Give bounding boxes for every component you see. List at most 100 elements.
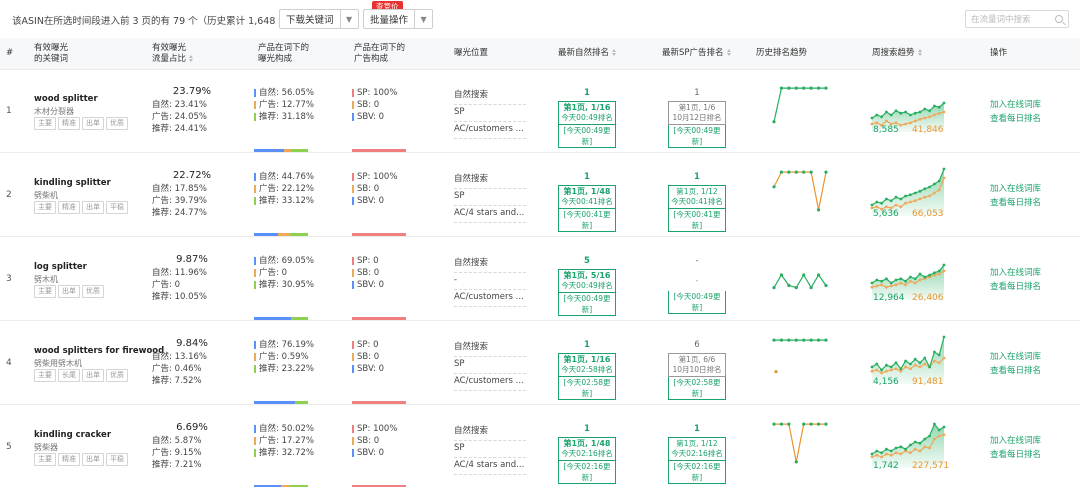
keyword-text[interactable]: kindling cracker bbox=[34, 430, 111, 440]
add-to-library-link[interactable]: 加入在线词库 bbox=[990, 266, 1041, 280]
organic-rank-box[interactable]: 第1页, 1/16 今天02:58排名 bbox=[558, 353, 616, 377]
col-share-line1: 有效曝光 bbox=[152, 43, 187, 53]
weekly-green-point bbox=[909, 113, 912, 117]
history-rank-chart[interactable] bbox=[770, 418, 830, 468]
keyword-text[interactable]: log splitter bbox=[34, 262, 87, 272]
ad-mix-bar bbox=[352, 317, 406, 320]
organic-rank-updated: [今天02:16更新] bbox=[558, 461, 616, 484]
weekly-green-point bbox=[923, 437, 927, 441]
view-daily-rank-link[interactable]: 查看每日排名 bbox=[990, 448, 1041, 462]
sp-rank-page: 第1页, 1/12 bbox=[676, 187, 718, 196]
view-daily-rank-link[interactable]: 查看每日排名 bbox=[990, 112, 1041, 126]
history-rank-chart[interactable] bbox=[770, 250, 830, 300]
mix-sb: SB: 0 bbox=[352, 435, 432, 447]
weekly-green-point bbox=[909, 275, 912, 279]
weekly-green-point bbox=[894, 361, 898, 365]
table-row: 2 kindling splitter 劈柴机 主要 精准 出单 平稳 22.72% … bbox=[0, 154, 1080, 237]
add-to-library-link[interactable]: 加入在线词库 bbox=[990, 434, 1041, 448]
sp-rank-box[interactable]: 第1页, 1/6 10月12日排名 bbox=[668, 101, 726, 125]
weekly-green-point bbox=[909, 443, 912, 447]
keyword-tag: 主要 bbox=[34, 369, 56, 382]
bar-recommend bbox=[291, 149, 308, 152]
history-rank-chart[interactable] bbox=[770, 82, 830, 132]
col-weekly[interactable]: 周搜索趋势 bbox=[872, 48, 923, 59]
share-recommend: 推荐: 7.21% bbox=[152, 460, 202, 470]
batch-actions-button[interactable]: 批量操作 ▼ bbox=[363, 9, 434, 29]
mix-sbv: SBV: 0 bbox=[352, 363, 432, 375]
history-point bbox=[794, 460, 798, 464]
organic-rank-number: 1 bbox=[584, 172, 590, 182]
weekly-green-point bbox=[942, 425, 946, 429]
weekly-orange-point bbox=[880, 283, 883, 287]
chevron-down-icon[interactable]: ▼ bbox=[339, 10, 358, 28]
history-point bbox=[816, 86, 821, 90]
download-keywords-button[interactable]: 下载关键词 ▼ bbox=[279, 9, 359, 29]
weekly-orange-point bbox=[909, 121, 912, 125]
keyword-search-input[interactable]: 在流量词中搜索 bbox=[965, 10, 1069, 28]
weekly-orange-point bbox=[928, 115, 931, 119]
sp-rank-box[interactable]: 第1页, 1/12 今天02:16排名 bbox=[668, 437, 726, 461]
view-daily-rank-link[interactable]: 查看每日排名 bbox=[990, 280, 1041, 294]
organic-rank-number: 1 bbox=[584, 88, 590, 98]
sort-icon[interactable] bbox=[189, 55, 194, 62]
add-to-library-link[interactable]: 加入在线词库 bbox=[990, 182, 1041, 196]
keyword-text[interactable]: kindling splitter bbox=[34, 178, 111, 188]
weekly-orange-point bbox=[937, 188, 941, 192]
keyword-text[interactable]: wood splitter bbox=[34, 94, 98, 104]
history-rank-chart[interactable] bbox=[770, 334, 830, 384]
view-daily-rank-link[interactable]: 查看每日排名 bbox=[990, 364, 1041, 378]
mix-ad: 广告: 0.59% bbox=[254, 351, 334, 363]
weekly-green-point bbox=[928, 273, 931, 277]
weekly-green-point bbox=[913, 191, 917, 195]
sort-icon[interactable] bbox=[917, 49, 923, 56]
history-point bbox=[802, 86, 806, 90]
search-icon[interactable] bbox=[1055, 15, 1063, 23]
col-history: 历史排名趋势 bbox=[756, 48, 808, 58]
result-summary: 该ASIN在所选时间段进入前 3 页的有 79 个（历史累计 1,648 个） bbox=[12, 16, 298, 27]
mix-ad: 广告: 0 bbox=[254, 267, 334, 279]
weekly-orange-point bbox=[933, 359, 936, 363]
col-sp-rank[interactable]: 最新SP广告排名 bbox=[662, 48, 732, 59]
weekly-orange-point bbox=[899, 281, 903, 285]
history-line bbox=[773, 87, 826, 122]
col-share-line2: 流量占比 bbox=[152, 54, 194, 65]
weekly-orange-point bbox=[904, 122, 907, 126]
weekly-orange-point bbox=[889, 284, 893, 288]
history-point bbox=[824, 338, 828, 342]
sp-rank: 1 第1页, 1/12 今天02:16排名 [今天02:16更新] bbox=[668, 424, 726, 484]
toolbar: 该ASIN在所选时间段进入前 3 页的有 79 个（历史累计 1,648 个） … bbox=[0, 0, 1080, 38]
weekly-orange-point bbox=[933, 273, 936, 277]
history-point bbox=[779, 422, 784, 426]
sort-icon[interactable] bbox=[726, 49, 732, 56]
weekly-green-point bbox=[923, 275, 927, 279]
history-rank-chart[interactable] bbox=[770, 166, 830, 216]
history-point bbox=[774, 370, 778, 374]
add-to-library-link[interactable]: 加入在线词库 bbox=[990, 98, 1041, 112]
view-daily-rank-link[interactable]: 查看每日排名 bbox=[990, 196, 1041, 210]
col-keyword[interactable]: 有效曝光 的关键词 bbox=[34, 43, 68, 65]
organic-rank-box[interactable]: 第1页, 1/16 今天00:49排名 bbox=[558, 101, 616, 125]
chevron-down-icon[interactable]: ▼ bbox=[414, 10, 432, 28]
organic-rank-box[interactable]: 第1页, 5/16 今天00:49排名 bbox=[558, 269, 616, 293]
mix-organic: 自然: 50.02% bbox=[254, 423, 334, 435]
weekly-orange-point bbox=[937, 361, 941, 365]
organic-rank: 1 第1页, 1/48 今天02:16排名 [今天02:16更新] bbox=[558, 424, 616, 484]
weekly-orange-point bbox=[937, 434, 941, 438]
weekly-green-point bbox=[918, 189, 922, 193]
add-to-library-link[interactable]: 加入在线词库 bbox=[990, 350, 1041, 364]
sp-rank-box[interactable]: 第1页, 1/12 今天00:41排名 bbox=[668, 185, 726, 209]
col-share[interactable]: 有效曝光 流量占比 bbox=[152, 43, 194, 65]
history-point bbox=[816, 338, 821, 342]
organic-rank-number: 1 bbox=[584, 340, 590, 350]
share-ad: 广告: 0.46% bbox=[152, 364, 202, 374]
sp-rank-box[interactable]: 第1页, 6/6 10月10日排名 bbox=[668, 353, 726, 377]
sort-icon[interactable] bbox=[612, 49, 617, 56]
weekly-orange-point bbox=[913, 119, 917, 123]
organic-rank-box[interactable]: 第1页, 1/48 今天00:41排名 bbox=[558, 185, 616, 209]
organic-rank-box[interactable]: 第1页, 1/48 今天02:16排名 bbox=[558, 437, 616, 461]
keyword-text[interactable]: wood splitters for firewood bbox=[34, 346, 164, 356]
weekly-green-point bbox=[904, 279, 907, 283]
col-organic-rank[interactable]: 最新自然排名 bbox=[558, 48, 617, 59]
weekly-orange-point bbox=[885, 285, 888, 289]
share-ad: 广告: 39.79% bbox=[152, 196, 207, 206]
